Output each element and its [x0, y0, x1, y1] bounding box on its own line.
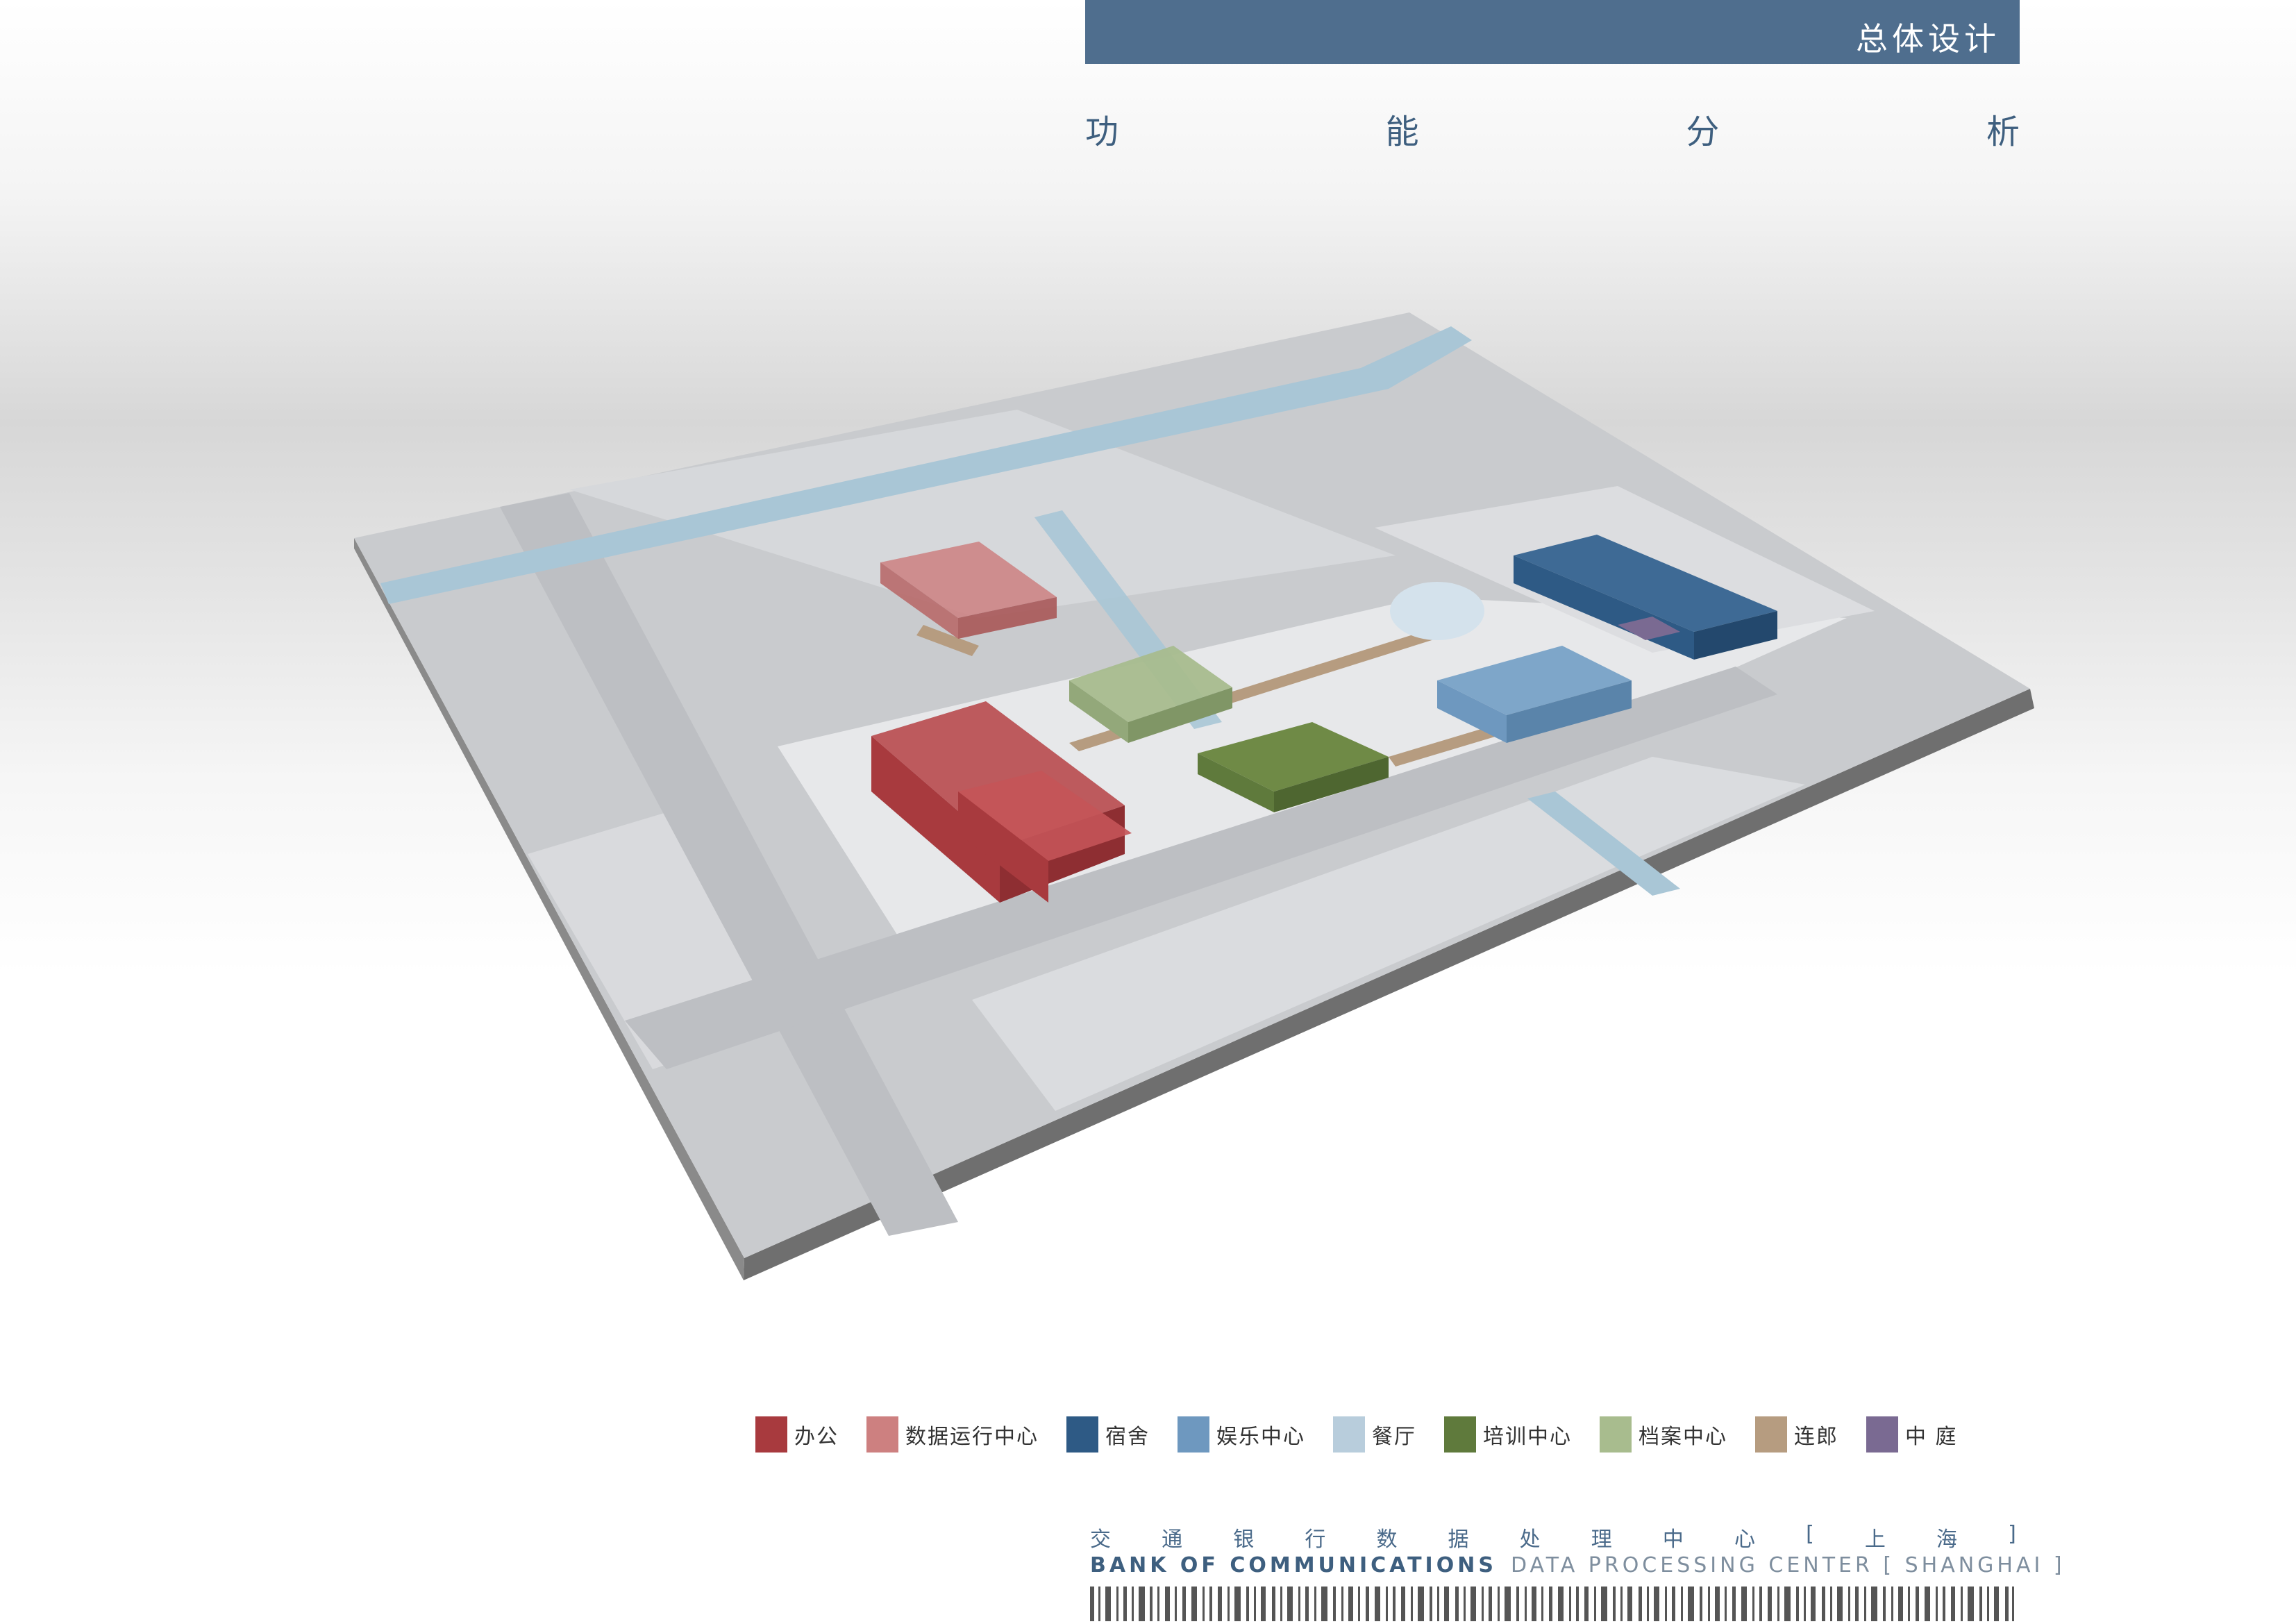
footer-char: 海 — [1936, 1527, 1958, 1552]
footer-english-title: BANK OF COMMUNICATIONS DATA PROCESSING C… — [1090, 1551, 2062, 1579]
footer-char: [ — [1806, 1522, 1814, 1546]
legend-label: 办公 — [794, 1425, 839, 1449]
footer-bank-name: BANK OF COMMUNICATIONS — [1090, 1552, 1497, 1577]
footer-char: 心 — [1734, 1527, 1755, 1552]
footer-char: 上 — [1864, 1527, 1886, 1552]
legend-item: 连郎 — [1755, 1416, 1838, 1453]
building-restaurant — [1390, 582, 1484, 640]
footer-char: 中 — [1662, 1527, 1684, 1552]
footer-char: ] — [2008, 1522, 2016, 1546]
legend-label: 培训中心 — [1483, 1425, 1572, 1449]
legend-label: 档案中心 — [1639, 1425, 1727, 1449]
legend-label: 连郎 — [1794, 1425, 1838, 1449]
barcode-decoration — [1090, 1587, 2014, 1621]
legend-swatch — [1333, 1416, 1365, 1453]
legend-item: 中 庭 — [1866, 1416, 1958, 1453]
legend-label: 餐厅 — [1372, 1425, 1416, 1449]
legend-item: 数据运行中心 — [866, 1416, 1039, 1453]
footer-char: 行 — [1305, 1527, 1326, 1552]
legend-label: 娱乐中心 — [1216, 1425, 1305, 1449]
legend-swatch — [1755, 1416, 1787, 1453]
footer-char: 银 — [1233, 1527, 1255, 1552]
footer-project-name: DATA PROCESSING CENTER [ SHANGHAI ] — [1510, 1552, 2065, 1577]
footer-char: 通 — [1162, 1527, 1183, 1552]
footer-char: 交 — [1090, 1527, 1111, 1552]
legend-item: 餐厅 — [1333, 1416, 1416, 1453]
legend-item: 培训中心 — [1444, 1416, 1572, 1453]
legend-label: 宿舍 — [1105, 1425, 1150, 1449]
legend-swatch — [1600, 1416, 1632, 1453]
legend-label: 中 庭 — [1905, 1425, 1958, 1449]
legend-item: 娱乐中心 — [1178, 1416, 1305, 1453]
legend-swatch — [1178, 1416, 1209, 1453]
legend: 办公 数据运行中心 宿舍 娱乐中心 餐厅 培训中心 档案中心 连郎 中 庭 — [755, 1414, 1986, 1455]
footer-chinese-title: 交 通 银 行 数 据 处 理 中 心 [ 上 海 ] — [1090, 1522, 2016, 1552]
legend-item: 办公 — [755, 1416, 839, 1453]
footer-char: 据 — [1448, 1527, 1469, 1552]
legend-label: 数据运行中心 — [905, 1425, 1039, 1449]
legend-swatch — [1066, 1416, 1098, 1453]
legend-swatch — [755, 1416, 787, 1453]
legend-swatch — [866, 1416, 898, 1453]
legend-item: 档案中心 — [1600, 1416, 1727, 1453]
legend-item: 宿舍 — [1066, 1416, 1150, 1453]
footer-char: 数 — [1376, 1527, 1398, 1552]
legend-swatch — [1866, 1416, 1898, 1453]
site-plan-axonometric — [354, 312, 2034, 1280]
footer-char: 处 — [1519, 1527, 1541, 1552]
legend-swatch — [1444, 1416, 1476, 1453]
footer-char: 理 — [1591, 1527, 1612, 1552]
